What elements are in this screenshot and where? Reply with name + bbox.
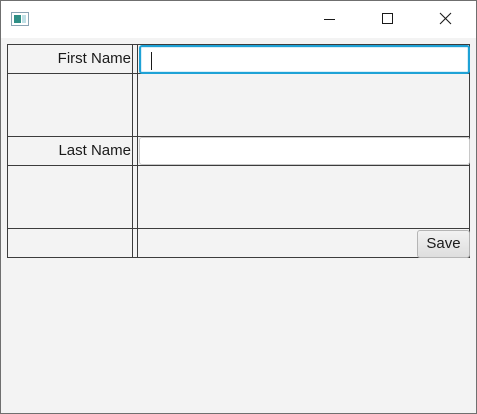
close-button[interactable]	[422, 1, 468, 38]
first-name-field[interactable]	[139, 45, 470, 74]
close-icon	[439, 12, 452, 25]
title-bar	[1, 1, 476, 38]
grid-line-h6	[7, 257, 470, 258]
form-area: First Name Last Name Save	[1, 38, 476, 413]
app-window-icon	[11, 12, 29, 26]
last-name-input[interactable]	[140, 138, 469, 164]
text-caret	[151, 52, 152, 70]
maximize-icon	[382, 13, 393, 24]
first-name-input[interactable]	[141, 47, 468, 72]
first-name-label: First Name	[57, 50, 131, 67]
last-name-label: Last Name	[58, 142, 131, 159]
save-button[interactable]: Save	[417, 230, 470, 258]
app-window: First Name Last Name Save	[0, 0, 477, 414]
grid-line-v2	[132, 44, 133, 258]
maximize-button[interactable]	[364, 1, 410, 38]
grid-line-h5	[7, 228, 470, 229]
minimize-icon	[324, 19, 335, 20]
grid-line-h4	[7, 165, 470, 166]
last-name-field[interactable]	[139, 137, 470, 165]
minimize-button[interactable]	[307, 1, 353, 38]
grid-line-v3	[137, 44, 138, 258]
grid-line-v1	[7, 44, 8, 258]
